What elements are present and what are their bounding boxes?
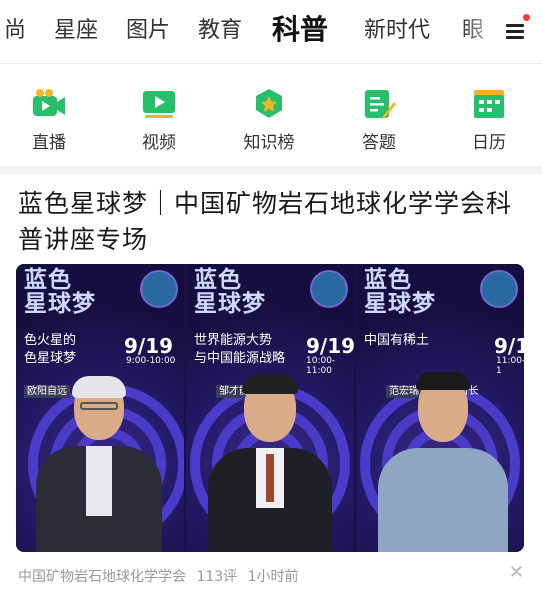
- tab-fashion[interactable]: 尚: [4, 16, 26, 46]
- shortcut-label: 直播: [32, 133, 66, 153]
- globe-icon: [310, 270, 348, 308]
- publish-time: 1小时前: [247, 569, 299, 585]
- article-meta: 中国矿物岩石地球化学学会 113评 1小时前: [18, 566, 305, 586]
- shortcut-label: 日历: [472, 133, 506, 153]
- tab-new-era[interactable]: 新时代: [364, 16, 430, 46]
- shortcut-label: 视频: [142, 133, 176, 153]
- cover-panel-1: 蓝色 星球梦 色火星的 色星球梦 9/19 9:00-10:00 欧阳自远 院士: [16, 264, 184, 552]
- article-cover-image[interactable]: 蓝色 星球梦 色火星的 色星球梦 9/19 9:00-10:00 欧阳自远 院士…: [16, 264, 524, 552]
- ranking-badge-icon: [256, 89, 282, 118]
- globe-icon: [140, 270, 178, 308]
- shortcut-label: 知识榜: [243, 133, 295, 153]
- channel-tab-bar: 尚 星座 图片 教育 科普 新时代 眼: [0, 0, 542, 64]
- calendar-icon: [474, 90, 504, 118]
- cover-panel-3: 蓝色 星球梦 中国有稀土 9/1 11:00-1 范宏瑞 研究员/所长: [356, 264, 524, 552]
- comment-count: 113评: [196, 569, 238, 585]
- shortcut-calendar[interactable]: 日历: [454, 88, 524, 154]
- cover-topic: 世界能源大势 与中国能源战略: [194, 333, 286, 366]
- shortcut-live[interactable]: 直播: [14, 88, 84, 154]
- tab-science[interactable]: 科普: [272, 12, 328, 48]
- live-camera-icon: [33, 89, 65, 116]
- cover-topic: 色火星的 色星球梦: [24, 333, 77, 366]
- speaker-name: 欧阳自远: [24, 385, 70, 398]
- quiz-edit-icon: [365, 90, 396, 119]
- cover-date: 9/1: [494, 334, 524, 358]
- tab-pictures[interactable]: 图片: [126, 16, 170, 46]
- video-play-icon: [143, 91, 175, 118]
- tab-education[interactable]: 教育: [198, 16, 242, 46]
- cover-date: 9/19: [124, 334, 174, 358]
- shortcut-ranking[interactable]: 知识榜: [234, 88, 304, 154]
- cover-time: 10:00-11:00: [306, 356, 336, 376]
- cover-panel-2: 蓝色 星球梦 世界能源大势 与中国能源战略 9/19 10:00-11:00 邹…: [186, 264, 354, 552]
- close-icon[interactable]: ✕: [509, 563, 524, 583]
- menu-icon[interactable]: [502, 14, 530, 44]
- tab-horoscope[interactable]: 星座: [54, 16, 98, 46]
- cover-time: 11:00-1: [496, 356, 524, 376]
- cover-topic: 中国有稀土: [364, 333, 430, 348]
- cover-date: 9/19: [306, 334, 354, 358]
- cover-header: 蓝色 星球梦: [364, 267, 436, 317]
- article-title[interactable]: 蓝色星球梦｜中国矿物岩石地球化学学会科普讲座专场: [18, 186, 528, 258]
- shortcut-quiz[interactable]: 答题: [344, 88, 414, 154]
- shortcut-video[interactable]: 视频: [124, 88, 194, 154]
- cover-header: 蓝色 星球梦: [194, 267, 266, 317]
- shortcut-label: 答题: [362, 133, 396, 153]
- cover-header: 蓝色 星球梦: [24, 267, 96, 317]
- tab-fade: [462, 0, 502, 63]
- globe-icon: [480, 270, 518, 308]
- notification-dot: [523, 14, 530, 21]
- cover-time: 9:00-10:00: [126, 356, 176, 366]
- article-source[interactable]: 中国矿物岩石地球化学学会: [18, 569, 186, 585]
- section-divider: [0, 166, 542, 174]
